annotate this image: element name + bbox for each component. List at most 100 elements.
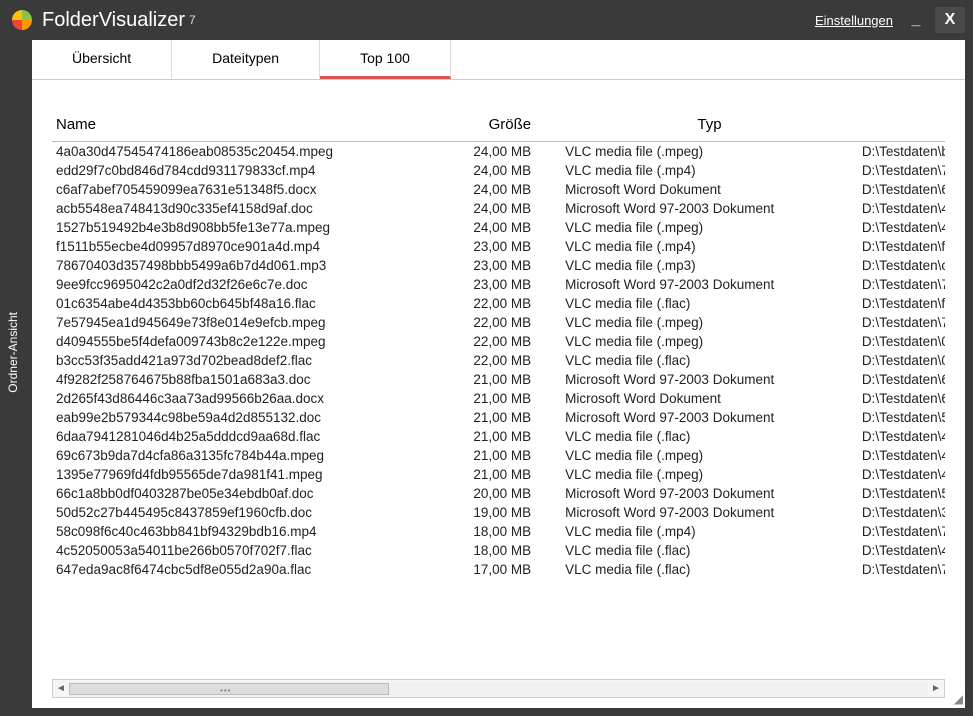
table-row[interactable]: 6daa7941281046d4b25a5dddcd9aa68d.flac21,… <box>52 427 945 446</box>
cell-size: 23,00 MB <box>439 256 561 275</box>
table-row[interactable]: 4a0a30d47545474186eab08535c20454.mpeg24,… <box>52 142 945 162</box>
cell-name: 1527b519492b4e3b8d908bb5fe13e77a.mpeg <box>52 218 439 237</box>
app-version: 7 <box>189 13 196 27</box>
cell-size: 22,00 MB <box>439 294 561 313</box>
cell-path: D:\Testdaten\48b57b7ad4174ba88 <box>858 218 945 237</box>
cell-size: 17,00 MB <box>439 560 561 579</box>
cell-type: VLC media file (.mpeg) <box>561 446 858 465</box>
cell-type: VLC media file (.mpeg) <box>561 465 858 484</box>
table-row[interactable]: acb5548ea748413d90c335ef4158d9af.doc24,0… <box>52 199 945 218</box>
col-header-path[interactable] <box>858 110 945 142</box>
table-row[interactable]: 2d265f43d86446c3aa73ad99566b26aa.docx21,… <box>52 389 945 408</box>
table-row[interactable]: 1395e77969fd4fdb95565de7da981f41.mpeg21,… <box>52 465 945 484</box>
scroll-left-arrow-icon[interactable]: ◄ <box>53 683 69 694</box>
cell-path: D:\Testdaten\ff18f4a12a5840d8af <box>858 237 945 256</box>
table-row[interactable]: 69c673b9da7d4cfa86a3135fc784b44a.mpeg21,… <box>52 446 945 465</box>
table-scroll-area[interactable]: Name Größe Typ 4a0a30d47545474186eab0853… <box>52 110 945 680</box>
cell-type: Microsoft Word 97-2003 Dokument <box>561 275 858 294</box>
cell-path: D:\Testdaten\71d88ec4909d44d78 <box>858 522 945 541</box>
cell-name: f1511b55ecbe4d09957d8970ce901a4d.mp4 <box>52 237 439 256</box>
cell-path: D:\Testdaten\c8f2e9ba36a94e4cbl <box>858 256 945 275</box>
table-row[interactable]: 78670403d357498bbb5499a6b7d4d061.mp323,0… <box>52 256 945 275</box>
table-row[interactable]: 4f9282f258764675b88fba1501a683a3.doc21,0… <box>52 370 945 389</box>
cell-path: D:\Testdaten\735b3e8b64764f8d8 <box>858 161 945 180</box>
cell-name: 1395e77969fd4fdb95565de7da981f41.mpeg <box>52 465 439 484</box>
scrollbar-track[interactable]: ▪▪▪ <box>69 682 928 696</box>
cell-type: Microsoft Word 97-2003 Dokument <box>561 408 858 427</box>
table-row[interactable]: 7e57945ea1d945649e73f8e014e9efcb.mpeg22,… <box>52 313 945 332</box>
cell-size: 23,00 MB <box>439 237 561 256</box>
scroll-right-arrow-icon[interactable]: ► <box>928 683 944 694</box>
cell-type: VLC media file (.mpeg) <box>561 332 858 351</box>
minimize-button[interactable]: _ <box>901 7 931 33</box>
table-row[interactable]: 50d52c27b445495c8437859ef1960cfb.doc19,0… <box>52 503 945 522</box>
close-button[interactable]: X <box>935 7 965 33</box>
col-header-size[interactable]: Größe <box>439 110 561 142</box>
scrollbar-thumb[interactable]: ▪▪▪ <box>69 683 389 695</box>
tab-dateitypen[interactable]: Dateitypen <box>172 40 320 79</box>
tab-bar: ÜbersichtDateitypenTop 100 <box>32 40 965 80</box>
cell-type: VLC media file (.mpeg) <box>561 313 858 332</box>
titlebar: FolderVisualizer 7 Einstellungen _ X <box>0 0 973 40</box>
cell-size: 18,00 MB <box>439 522 561 541</box>
resize-grip-icon[interactable]: ◢ <box>954 692 963 706</box>
cell-path: D:\Testdaten\4b5be0cbc16c4e659 <box>858 427 945 446</box>
cell-path: D:\Testdaten\735b3e8b64764f8d8 <box>858 560 945 579</box>
cell-name: 4c52050053a54011be266b0570f702f7.flac <box>52 541 439 560</box>
table-row[interactable]: f1511b55ecbe4d09957d8970ce901a4d.mp423,0… <box>52 237 945 256</box>
cell-type: Microsoft Word 97-2003 Dokument <box>561 503 858 522</box>
cell-type: VLC media file (.flac) <box>561 427 858 446</box>
table-row[interactable]: d4094555be5f4defa009743b8c2e122e.mpeg22,… <box>52 332 945 351</box>
cell-type: VLC media file (.mpeg) <box>561 218 858 237</box>
cell-name: 4a0a30d47545474186eab08535c20454.mpeg <box>52 142 439 162</box>
content-panel: Ordner-Ansicht ÜbersichtDateitypenTop 10… <box>32 40 965 708</box>
cell-name: d4094555be5f4defa009743b8c2e122e.mpeg <box>52 332 439 351</box>
col-header-type[interactable]: Typ <box>561 110 858 142</box>
cell-size: 24,00 MB <box>439 161 561 180</box>
horizontal-scrollbar[interactable]: ◄ ▪▪▪ ► <box>52 680 945 698</box>
col-header-name[interactable]: Name <box>52 110 439 142</box>
cell-path: D:\Testdaten\64be233dfb3841aca <box>858 180 945 199</box>
table-row[interactable]: 4c52050053a54011be266b0570f702f7.flac18,… <box>52 541 945 560</box>
cell-type: VLC media file (.flac) <box>561 351 858 370</box>
cell-type: VLC media file (.flac) <box>561 294 858 313</box>
table-row[interactable]: b3cc53f35add421a973d702bead8def2.flac22,… <box>52 351 945 370</box>
cell-path: D:\Testdaten\492626fc6350418c9l <box>858 541 945 560</box>
cell-name: 01c6354abe4d4353bb60cb645bf48a16.flac <box>52 294 439 313</box>
tab-übersicht[interactable]: Übersicht <box>32 40 172 79</box>
cell-size: 24,00 MB <box>439 180 561 199</box>
cell-size: 19,00 MB <box>439 503 561 522</box>
cell-size: 24,00 MB <box>439 142 561 162</box>
table-container: Name Größe Typ 4a0a30d47545474186eab0853… <box>32 80 965 708</box>
cell-path: D:\Testdaten\5d02a41a30e342cb9 <box>858 484 945 503</box>
cell-path: D:\Testdaten\492626fc6350418c9l <box>858 199 945 218</box>
cell-path: D:\Testdaten\64be233dfb3841aca <box>858 389 945 408</box>
cell-path: D:\Testdaten\3559783266744fba9 <box>858 503 945 522</box>
tab-top-100[interactable]: Top 100 <box>320 40 451 79</box>
table-row[interactable]: 01c6354abe4d4353bb60cb645bf48a16.flac22,… <box>52 294 945 313</box>
cell-size: 20,00 MB <box>439 484 561 503</box>
cell-type: VLC media file (.mp4) <box>561 161 858 180</box>
table-row[interactable]: 9ee9fcc9695042c2a0df2d32f26e6c7e.doc23,0… <box>52 275 945 294</box>
cell-name: 66c1a8bb0df0403287be05e34ebdb0af.doc <box>52 484 439 503</box>
cell-type: VLC media file (.mp3) <box>561 256 858 275</box>
table-row[interactable]: 66c1a8bb0df0403287be05e34ebdb0af.doc20,0… <box>52 484 945 503</box>
table-row[interactable]: 58c098f6c40c463bb841bf94329bdb16.mp418,0… <box>52 522 945 541</box>
cell-type: VLC media file (.mp4) <box>561 522 858 541</box>
cell-path: D:\Testdaten\ff18f4a12a5840d8af <box>858 294 945 313</box>
cell-path: D:\Testdaten\06fc8d25138f4897bc <box>858 351 945 370</box>
table-row[interactable]: 1527b519492b4e3b8d908bb5fe13e77a.mpeg24,… <box>52 218 945 237</box>
cell-size: 21,00 MB <box>439 389 561 408</box>
cell-name: edd29f7c0bd846d784cdd931179833cf.mp4 <box>52 161 439 180</box>
folder-view-sidetab[interactable]: Ordner-Ansicht <box>0 300 26 405</box>
table-row[interactable]: eab99e2b579344c98be59a4d2d855132.doc21,0… <box>52 408 945 427</box>
cell-name: b3cc53f35add421a973d702bead8def2.flac <box>52 351 439 370</box>
cell-name: 78670403d357498bbb5499a6b7d4d061.mp3 <box>52 256 439 275</box>
cell-name: 58c098f6c40c463bb841bf94329bdb16.mp4 <box>52 522 439 541</box>
table-row[interactable]: edd29f7c0bd846d784cdd931179833cf.mp424,0… <box>52 161 945 180</box>
table-row[interactable]: c6af7abef705459099ea7631e51348f5.docx24,… <box>52 180 945 199</box>
table-row[interactable]: 647eda9ac8f6474cbc5df8e055d2a90a.flac17,… <box>52 560 945 579</box>
cell-name: 50d52c27b445495c8437859ef1960cfb.doc <box>52 503 439 522</box>
cell-name: 6daa7941281046d4b25a5dddcd9aa68d.flac <box>52 427 439 446</box>
settings-link[interactable]: Einstellungen <box>815 13 893 28</box>
